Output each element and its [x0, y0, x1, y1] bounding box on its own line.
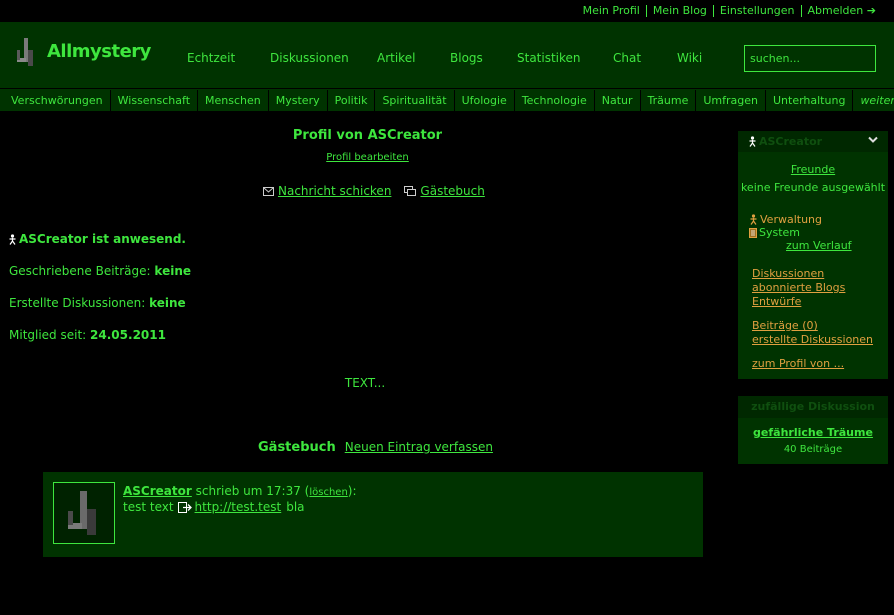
nav-diskussionen[interactable]: Diskussionen	[270, 51, 349, 65]
stat-member-label: Mitglied seit:	[9, 328, 87, 342]
category-item[interactable]: Träume	[641, 89, 697, 111]
chevron-down-icon[interactable]	[868, 136, 878, 144]
my-profile-link[interactable]: Mein Profil	[577, 5, 646, 17]
my-blog-link[interactable]: Mein Blog	[645, 5, 713, 17]
guestbook-entry: ASCreator schrieb um 17:37 (löschen): te…	[43, 472, 703, 557]
stat-posts-label: Geschriebene Beiträge:	[9, 264, 151, 278]
system-icon	[749, 227, 757, 238]
stat-posts-value: keine	[154, 264, 191, 278]
profile-text: TEXT...	[344, 376, 386, 390]
page-title: Profil von ASCreator	[292, 128, 443, 143]
logout-link[interactable]: Abmelden ➔	[800, 4, 883, 17]
new-entry-link[interactable]: Neuen Eintrag verfassen	[345, 440, 493, 454]
guestbook-link[interactable]: Gästebuch	[420, 184, 484, 198]
settings-link[interactable]: Einstellungen	[712, 5, 801, 17]
category-item[interactable]: Ufologie	[455, 89, 515, 111]
nav-blogs[interactable]: Blogs	[450, 51, 483, 65]
stat-member-value: 24.05.2011	[90, 328, 166, 342]
presence-name: ASCreator	[19, 232, 88, 246]
entry-link[interactable]: http://test.test	[195, 500, 282, 514]
envelope-icon	[263, 186, 274, 196]
guestbook-header: Gästebuch Neuen Eintrag verfassen	[258, 440, 493, 455]
admin-user-icon	[750, 214, 757, 225]
user-bar: Mein Profil Mein Blog Einstellungen Abme…	[0, 0, 894, 22]
stat-discussions-value: keine	[149, 296, 186, 310]
category-item[interactable]: Verschwörungen	[4, 89, 111, 111]
entry-after-delete: ):	[347, 484, 357, 498]
nav-chat[interactable]: Chat	[613, 51, 641, 65]
entry-author-link[interactable]: ASCreator	[123, 484, 192, 498]
random-discussion-count: 40 Beiträge	[783, 444, 843, 455]
sidebar-username: ASCreator	[759, 135, 823, 148]
search-input[interactable]	[744, 45, 876, 72]
category-item[interactable]: Technologie	[515, 89, 595, 111]
stat-posts: Geschriebene Beiträge: keine	[9, 264, 191, 278]
entry-text: test text http://test.test bla	[123, 500, 305, 514]
send-message-link[interactable]: Nachricht schicken	[278, 184, 391, 198]
category-item[interactable]: Wissenschaft	[111, 89, 199, 111]
entry-wrote: schrieb um 17:37 (	[195, 484, 310, 498]
user-online-icon	[9, 233, 16, 245]
stat-discussions: Erstellte Diskussionen: keine	[9, 296, 186, 310]
system-label: System	[759, 226, 801, 239]
category-item[interactable]: Spiritualität	[375, 89, 455, 111]
category-item[interactable]: Natur	[595, 89, 641, 111]
category-more[interactable]: weiteres	[853, 90, 894, 111]
random-discussion-title: zufällige Diskussion	[738, 396, 888, 418]
category-item[interactable]: Mystery	[269, 89, 328, 111]
stat-discussions-label: Erstellte Diskussionen:	[9, 296, 146, 310]
entry-text-before: test text	[123, 500, 174, 514]
category-bar: Verschwörungen Wissenschaft Menschen Mys…	[0, 89, 894, 111]
random-discussion-link[interactable]: gefährliche Träume	[753, 426, 873, 439]
sidebar-blogs-link[interactable]: abonnierte Blogs	[752, 281, 845, 294]
category-item[interactable]: Umfragen	[696, 89, 766, 111]
header: Allmystery Echtzeit Diskussionen Artikel…	[0, 22, 894, 88]
stat-member-since: Mitglied seit: 24.05.2011	[9, 328, 166, 342]
history-link[interactable]: zum Verlauf	[786, 239, 852, 252]
sidebar-drafts-link[interactable]: Entwürfe	[752, 295, 801, 308]
presence-text: ist anwesend.	[91, 232, 186, 246]
sidebar-discussions-link[interactable]: Diskussionen	[752, 267, 824, 280]
guestbook-title: Gästebuch	[258, 440, 336, 455]
sidebar-created-discussions-link[interactable]: erstellte Diskussionen	[752, 333, 873, 346]
sidebar-profile-link[interactable]: zum Profil von ...	[752, 357, 844, 370]
guestbook-icon	[404, 185, 417, 196]
verwaltung-row[interactable]: Verwaltung	[749, 213, 822, 226]
default-avatar-icon	[68, 491, 96, 535]
avatar[interactable]	[53, 482, 115, 544]
logo-text: Allmystery	[47, 40, 151, 62]
logo-icon	[17, 38, 33, 66]
nav-artikel[interactable]: Artikel	[377, 51, 415, 65]
entry-text-after: bla	[286, 500, 305, 514]
nav-statistiken[interactable]: Statistiken	[517, 51, 581, 65]
external-link-icon	[177, 501, 192, 513]
verwaltung-label: Verwaltung	[760, 213, 822, 226]
user-icon	[749, 136, 756, 147]
arrow-right-icon: ➔	[866, 4, 876, 17]
category-item[interactable]: Unterhaltung	[766, 89, 854, 111]
random-discussion-box: zufällige Diskussion gefährliche Träume …	[738, 396, 888, 464]
nav-wiki[interactable]: Wiki	[677, 51, 702, 65]
delete-entry-link[interactable]: löschen	[309, 487, 347, 498]
presence-status: ASCreator ist anwesend.	[8, 232, 186, 246]
friends-link[interactable]: Freunde	[791, 163, 835, 176]
nav-echtzeit[interactable]: Echtzeit	[187, 51, 235, 65]
sidebar-user-box: ASCreator Freunde keine Freunde ausgewäh…	[738, 131, 888, 379]
no-friends-text: keine Freunde ausgewählt	[740, 181, 886, 194]
system-row[interactable]: System	[749, 226, 800, 239]
category-item[interactable]: Politik	[328, 89, 376, 111]
logout-label: Abmelden	[807, 4, 864, 17]
category-item[interactable]: Menschen	[198, 89, 269, 111]
entry-meta: ASCreator schrieb um 17:37 (löschen):	[123, 484, 357, 498]
profile-actions: Nachricht schicken Gästebuch	[263, 184, 498, 198]
sidebar-user-header[interactable]: ASCreator	[738, 131, 888, 152]
logo[interactable]: Allmystery	[15, 36, 151, 66]
sidebar-posts-link[interactable]: Beiträge (0)	[752, 319, 818, 332]
edit-profile-link[interactable]: Profil bearbeiten	[326, 152, 409, 163]
